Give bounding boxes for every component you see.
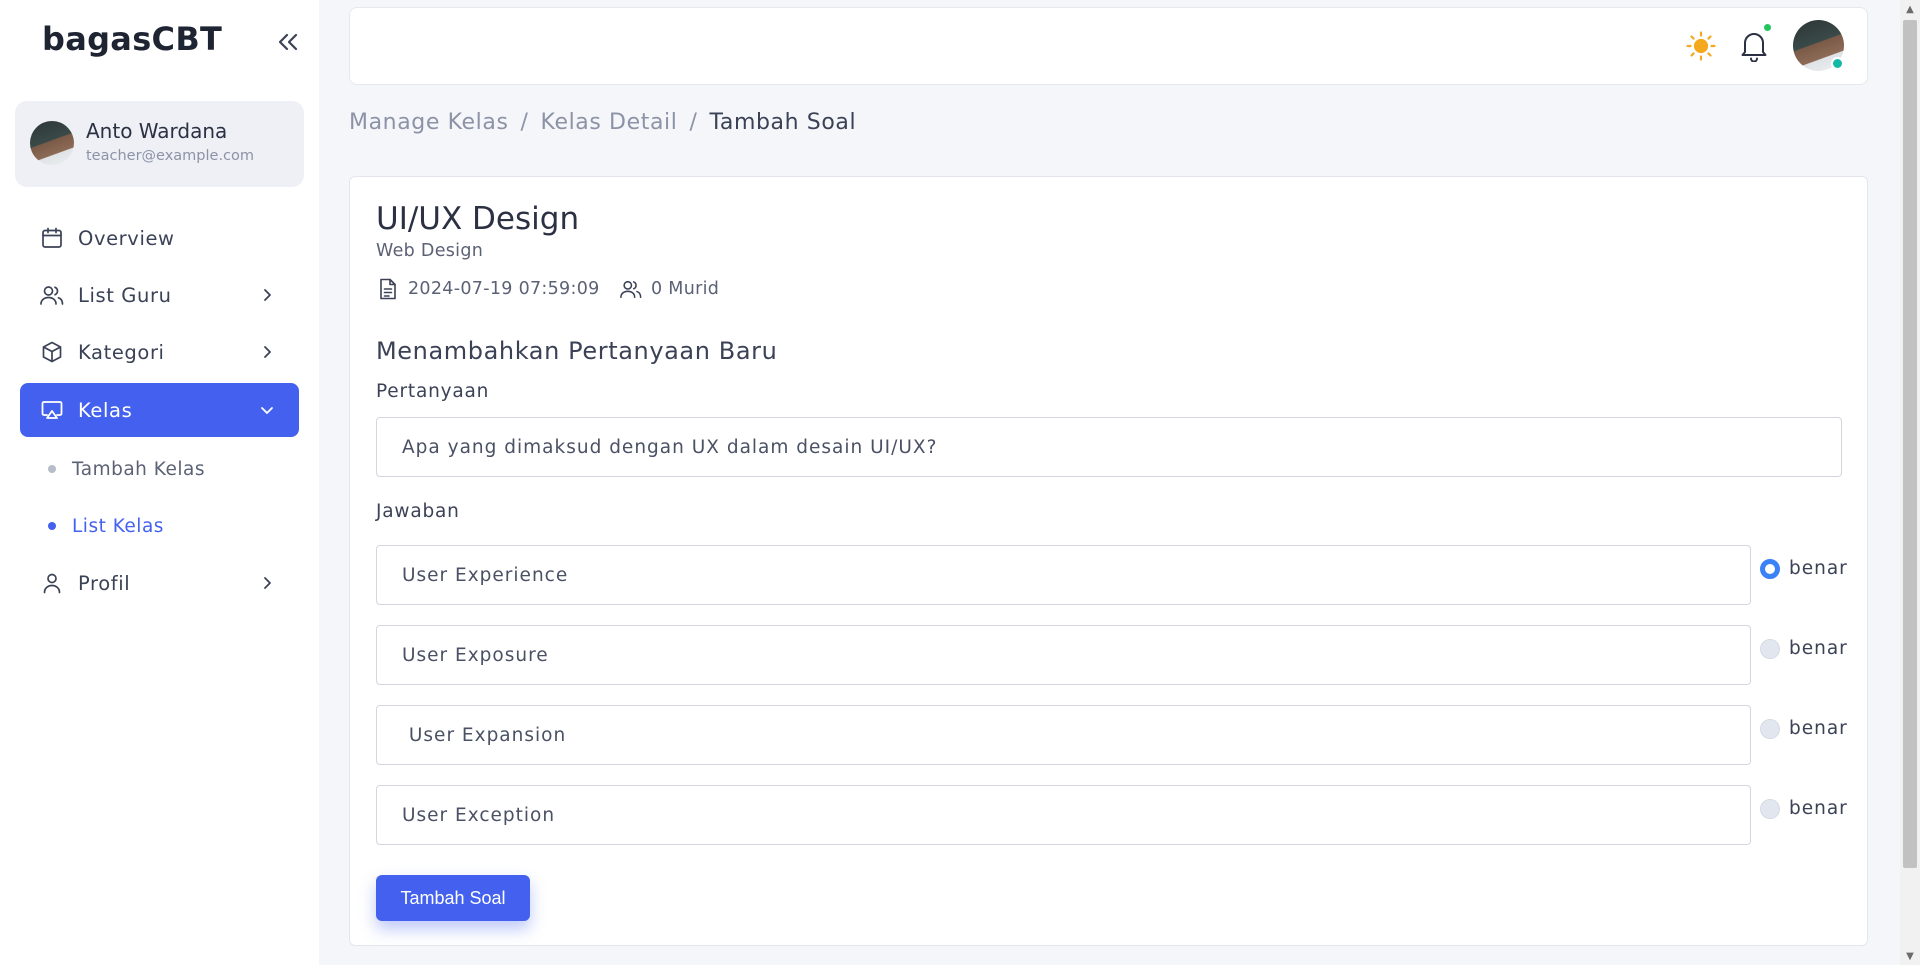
chevron-right-icon: [257, 285, 277, 305]
online-status-dot: [1831, 57, 1844, 70]
add-question-button[interactable]: Tambah Soal: [376, 875, 530, 921]
add-question-card: UI/UX Design Web Design 2024-07-19 07:59…: [349, 176, 1868, 946]
course-date: 2024-07-19 07:59:09: [376, 277, 600, 301]
answer-input-1[interactable]: [376, 545, 1751, 605]
correct-answer-radio-2[interactable]: benar: [1760, 638, 1848, 659]
document-icon: [376, 277, 400, 301]
question-input[interactable]: [376, 417, 1842, 477]
sidebar-item-list-guru[interactable]: List Guru: [20, 268, 299, 322]
sidebar-item-label: Kelas: [78, 398, 133, 422]
chevron-right-icon: [257, 573, 277, 593]
sidebar-subitem-tambah-kelas[interactable]: Tambah Kelas: [48, 454, 205, 484]
bullet-dot: [48, 522, 56, 530]
user-profile-card[interactable]: Anto Wardana teacher@example.com: [15, 101, 304, 187]
breadcrumb-separator: /: [689, 110, 698, 135]
radio-label: benar: [1789, 638, 1848, 659]
breadcrumb-manage-kelas[interactable]: Manage Kelas: [349, 110, 509, 135]
course-students: 0 Murid: [619, 277, 719, 301]
bell-icon[interactable]: [1734, 26, 1774, 66]
scrollbar-thumb[interactable]: [1903, 20, 1917, 868]
answers-label: Jawaban: [376, 501, 460, 522]
radio-button[interactable]: [1760, 798, 1780, 819]
user-email: teacher@example.com: [86, 148, 255, 164]
users-icon: [38, 281, 66, 309]
sidebar-item-kelas[interactable]: Kelas: [20, 383, 299, 437]
chevron-right-icon: [257, 342, 277, 362]
collapse-sidebar-icon[interactable]: [272, 28, 304, 56]
course-title: UI/UX Design: [376, 201, 580, 237]
radio-button[interactable]: [1760, 558, 1780, 579]
sidebar-item-label: Overview: [78, 226, 175, 250]
box-icon: [38, 338, 66, 366]
users-icon: [619, 277, 643, 301]
top-navbar: [349, 7, 1868, 85]
calendar-icon: [38, 224, 66, 252]
sidebar-item-label: Kategori: [78, 340, 165, 364]
question-label: Pertanyaan: [376, 381, 490, 402]
scroll-up-arrow-icon[interactable]: ▲: [1900, 0, 1920, 18]
course-date-text: 2024-07-19 07:59:09: [408, 279, 600, 299]
sidebar-item-overview[interactable]: Overview: [20, 211, 299, 265]
radio-button[interactable]: [1760, 718, 1780, 739]
sidebar-item-label: Profil: [78, 571, 131, 595]
presentation-icon: [38, 396, 66, 424]
radio-button[interactable]: [1760, 638, 1780, 659]
user-name: Anto Wardana: [86, 119, 228, 143]
scroll-down-arrow-icon[interactable]: ▼: [1900, 947, 1920, 965]
breadcrumb-separator: /: [520, 110, 529, 135]
breadcrumb: Manage Kelas / Kelas Detail / Tambah Soa…: [349, 110, 856, 135]
sun-icon[interactable]: [1681, 26, 1721, 66]
section-title: Menambahkan Pertanyaan Baru: [376, 337, 778, 365]
radio-label: benar: [1789, 558, 1848, 579]
sidebar-item-kategori[interactable]: Kategori: [20, 325, 299, 379]
course-students-text: 0 Murid: [651, 279, 720, 299]
answer-input-4[interactable]: [376, 785, 1751, 845]
correct-answer-radio-3[interactable]: benar: [1760, 718, 1848, 739]
breadcrumb-kelas-detail[interactable]: Kelas Detail: [541, 110, 678, 135]
course-category: Web Design: [376, 241, 484, 261]
sidebar-subitem-label: List Kelas: [72, 515, 164, 537]
answer-input-2[interactable]: [376, 625, 1751, 685]
radio-label: benar: [1789, 718, 1848, 739]
bullet-dot: [48, 465, 56, 473]
notification-dot: [1763, 23, 1772, 32]
brand-logo[interactable]: bagasCBT: [42, 20, 222, 58]
breadcrumb-current: Tambah Soal: [709, 110, 857, 135]
sidebar-item-label: List Guru: [78, 283, 172, 307]
radio-label: benar: [1789, 798, 1848, 819]
correct-answer-radio-4[interactable]: benar: [1760, 798, 1848, 819]
sidebar-item-profil[interactable]: Profil: [20, 556, 299, 610]
avatar: [30, 121, 74, 165]
sidebar: bagasCBT Anto Wardana teacher@example.co…: [0, 0, 319, 965]
correct-answer-radio-1[interactable]: benar: [1760, 558, 1848, 579]
user-icon: [38, 569, 66, 597]
chevron-down-icon: [257, 400, 277, 420]
sidebar-subitem-label: Tambah Kelas: [72, 458, 205, 480]
sidebar-subitem-list-kelas[interactable]: List Kelas: [48, 511, 164, 541]
answer-input-3[interactable]: [376, 705, 1751, 765]
